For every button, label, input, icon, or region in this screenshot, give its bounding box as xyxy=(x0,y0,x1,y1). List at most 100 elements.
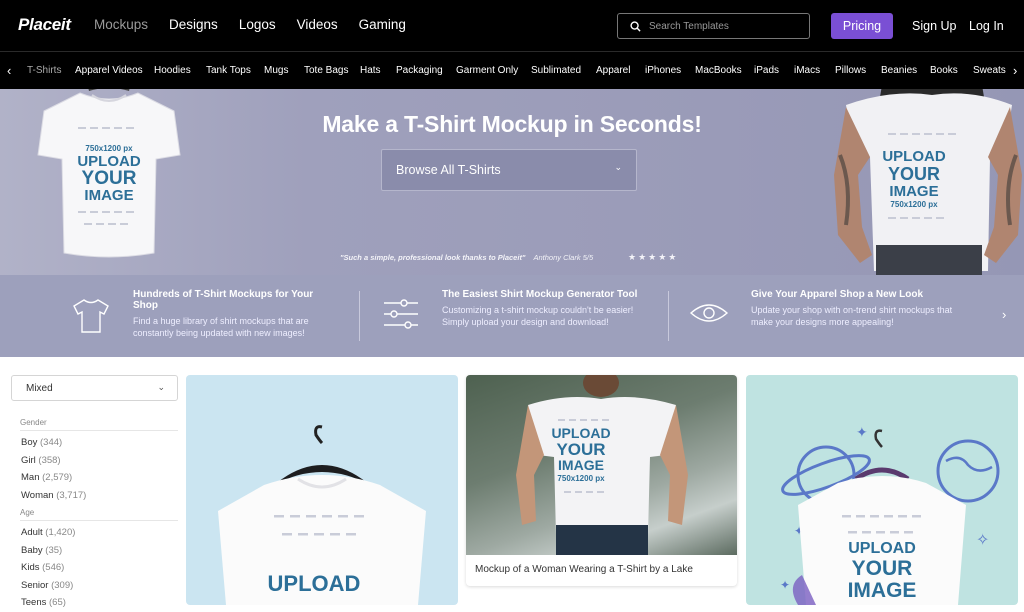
filter-option[interactable]: Adult (1,420) xyxy=(21,524,178,542)
filter-group-gender: Gender Boy (344) Girl (358) Man (2,579) … xyxy=(11,418,178,504)
mockup-upload-text: IMAGE xyxy=(889,183,938,200)
feature-text: Update your shop with on-trend shirt moc… xyxy=(751,305,953,327)
browse-label: Browse All T-Shirts xyxy=(396,163,501,177)
category-list: T-Shirts Apparel Videos Hoodies Tank Top… xyxy=(27,65,1006,76)
filter-group-label: Age xyxy=(20,508,178,521)
feature-text: Find a huge library of shirt mockups tha… xyxy=(133,316,309,338)
chevron-down-icon: ⌄ xyxy=(157,382,165,392)
hanging-tshirt-image: UPLOAD xyxy=(218,425,426,605)
mockup-size-label: 750x1200 px xyxy=(85,144,133,153)
login-link[interactable]: Log In xyxy=(969,19,1004,33)
signup-link[interactable]: Sign Up xyxy=(912,19,956,33)
placeit-logo[interactable]: Placeit xyxy=(18,15,71,35)
chevron-right-icon[interactable]: › xyxy=(1011,63,1018,78)
space-tshirt-image: ✦ ✦ ✧ ✦ UPLOAD YOUR IMAGE xyxy=(780,424,1000,605)
category-item[interactable]: Books xyxy=(930,65,973,76)
filter-group-label: Gender xyxy=(20,418,178,431)
mockup-upload-text: UPLOAD xyxy=(882,148,946,165)
feature-text: Customizing a t-shirt mockup couldn't be… xyxy=(442,305,634,327)
hero-banner: 750x1200 px UPLOAD YOUR IMAGE Make a T-S… xyxy=(0,89,1024,275)
mockup-upload-text: IMAGE xyxy=(848,579,917,602)
svg-text:✦: ✦ xyxy=(780,578,790,592)
mockup-size-label: 750x1200 px xyxy=(890,200,938,209)
search-icon xyxy=(630,20,641,32)
category-item[interactable]: iPads xyxy=(754,65,794,76)
quote-author: Anthony Clark 5/5 xyxy=(533,253,594,262)
category-bar: ‹ T-Shirts Apparel Videos Hoodies Tank T… xyxy=(0,51,1024,89)
search-input[interactable] xyxy=(649,20,799,32)
category-item[interactable]: Hats xyxy=(360,65,396,76)
top-navbar: Placeit Mockups Designs Logos Videos Gam… xyxy=(0,0,1024,51)
chevron-down-icon: ⌄ xyxy=(614,162,622,172)
chevron-left-icon[interactable]: ‹ xyxy=(7,63,11,78)
mockup-size-label: 750x1200 px xyxy=(557,474,605,483)
nav-mockups[interactable]: Mockups xyxy=(94,17,148,32)
category-item[interactable]: Apparel Videos xyxy=(75,65,154,76)
filter-option[interactable]: Man (2,579) xyxy=(21,469,178,487)
category-item[interactable]: Beanies xyxy=(881,65,930,76)
category-item[interactable]: Packaging xyxy=(396,65,456,76)
filter-option[interactable]: Senior (309) xyxy=(21,577,178,595)
category-item[interactable]: Tank Tops xyxy=(206,65,264,76)
category-item[interactable]: Mugs xyxy=(264,65,304,76)
main-nav: Mockups Designs Logos Videos Gaming xyxy=(94,17,427,32)
filter-option[interactable]: Woman (3,717) xyxy=(21,487,178,505)
browse-tshirts-dropdown[interactable]: Browse All T-Shirts ⌄ xyxy=(381,149,637,191)
search-box[interactable] xyxy=(617,13,810,39)
nav-designs[interactable]: Designs xyxy=(169,17,218,32)
filter-sidebar: Mixed ⌄ Gender Boy (344) Girl (358) Man … xyxy=(11,375,178,612)
filter-option[interactable]: Boy (344) xyxy=(21,434,178,452)
mockup-upload-text: YOUR xyxy=(852,557,913,580)
woman-lake-photo: UPLOAD YOUR IMAGE 750x1200 px xyxy=(466,375,737,555)
divider xyxy=(359,291,360,341)
category-item[interactable]: Pillows xyxy=(835,65,881,76)
quote-text: "Such a simple, professional look thanks… xyxy=(340,253,526,262)
chevron-right-icon[interactable]: › xyxy=(1002,307,1006,322)
mockup-upload-text: UPLOAD xyxy=(268,571,361,596)
testimonial-quote: "Such a simple, professional look thanks… xyxy=(340,253,593,262)
mockup-card[interactable]: UPLOAD xyxy=(186,375,458,605)
category-item[interactable]: Garment Only xyxy=(456,65,531,76)
feature-title: Hundreds of T-Shirt Mockups for Your Sho… xyxy=(133,289,314,311)
category-item[interactable]: T-Shirts xyxy=(27,65,75,76)
category-item[interactable]: iPhones xyxy=(645,65,695,76)
mockup-card[interactable]: ✦ ✦ ✧ ✦ UPLOAD YOUR IMAGE xyxy=(746,375,1018,605)
sliders-icon xyxy=(384,299,418,329)
mockup-card[interactable]: UPLOAD YOUR IMAGE 750x1200 px Mockup of … xyxy=(466,375,737,586)
sort-select[interactable]: Mixed ⌄ xyxy=(11,375,178,401)
category-item[interactable]: Sublimated xyxy=(531,65,596,76)
divider xyxy=(668,291,669,341)
features-strip: Hundreds of T-Shirt Mockups for Your Sho… xyxy=(0,275,1024,357)
mockup-upload-text: YOUR xyxy=(82,168,137,189)
svg-text:✧: ✧ xyxy=(976,532,989,549)
filter-option[interactable]: Teens (65) xyxy=(21,594,178,612)
mockup-upload-text: UPLOAD xyxy=(848,540,916,557)
category-item[interactable]: Sweats xyxy=(973,65,1006,76)
filter-option[interactable]: Girl (358) xyxy=(21,452,178,470)
filter-option[interactable]: Kids (546) xyxy=(21,559,178,577)
feature-title: The Easiest Shirt Mockup Generator Tool xyxy=(442,289,638,300)
nav-gaming[interactable]: Gaming xyxy=(359,17,406,32)
category-item[interactable]: Apparel xyxy=(596,65,645,76)
svg-text:✦: ✦ xyxy=(856,424,868,440)
feature-item: Hundreds of T-Shirt Mockups for Your Sho… xyxy=(133,289,333,339)
eye-icon xyxy=(689,304,729,322)
category-item[interactable]: Tote Bags xyxy=(304,65,360,76)
rating-stars: ★★★★★ xyxy=(628,252,679,262)
feature-title: Give Your Apparel Shop a New Look xyxy=(751,289,924,300)
category-item[interactable]: iMacs xyxy=(794,65,835,76)
feature-item: The Easiest Shirt Mockup Generator Tool … xyxy=(442,289,657,328)
sort-value: Mixed xyxy=(26,382,53,394)
woman-tshirt-photo: UPLOAD YOUR IMAGE 750x1200 px xyxy=(834,89,1022,275)
feature-item: Give Your Apparel Shop a New Look Update… xyxy=(751,289,966,328)
nav-logos[interactable]: Logos xyxy=(239,17,276,32)
category-item[interactable]: Hoodies xyxy=(154,65,206,76)
mockup-upload-text: IMAGE xyxy=(558,457,604,473)
category-item[interactable]: MacBooks xyxy=(695,65,754,76)
nav-videos[interactable]: Videos xyxy=(297,17,338,32)
pricing-button[interactable]: Pricing xyxy=(831,13,893,39)
mockup-upload-text: YOUR xyxy=(888,164,940,184)
filter-option[interactable]: Baby (35) xyxy=(21,542,178,560)
filter-group-age: Age Adult (1,420) Baby (35) Kids (546) S… xyxy=(11,508,178,612)
card-caption[interactable]: Mockup of a Woman Wearing a T-Shirt by a… xyxy=(475,564,693,575)
